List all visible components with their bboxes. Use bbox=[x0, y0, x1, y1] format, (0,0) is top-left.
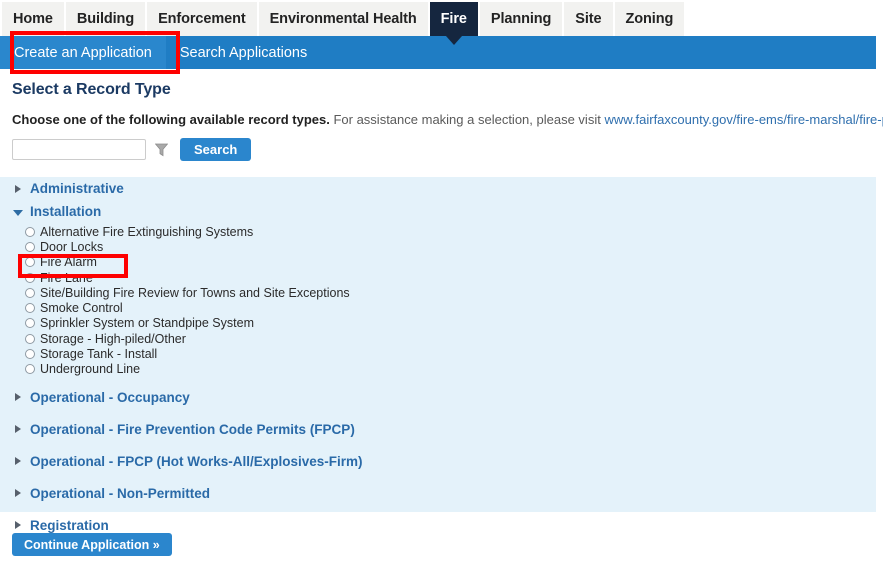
accordion-header-installation[interactable]: Installation bbox=[0, 200, 876, 223]
record-type-option-label: Storage Tank - Install bbox=[40, 347, 158, 362]
accordion-header-administrative[interactable]: Administrative bbox=[0, 177, 876, 200]
page-title: Select a Record Type bbox=[12, 81, 171, 98]
module-tab-label: Zoning bbox=[625, 11, 674, 27]
record-type-option[interactable]: Door Locks bbox=[25, 239, 876, 254]
record-type-section: Operational - Fire Prevention Code Permi… bbox=[0, 418, 876, 441]
record-type-option-label: Sprinkler System or Standpipe System bbox=[40, 316, 254, 331]
module-tab-label: Fire bbox=[440, 11, 467, 27]
record-type-section: Operational - FPCP (Hot Works-All/Explos… bbox=[0, 450, 876, 473]
accordion-label: Administrative bbox=[30, 181, 124, 196]
subnav-item-label: Create an Application bbox=[14, 44, 152, 61]
continue-application-button[interactable]: Continue Application » bbox=[12, 533, 172, 556]
chevron-right-icon bbox=[12, 423, 24, 435]
record-type-search-input[interactable] bbox=[12, 139, 146, 160]
record-type-option-list: Alternative Fire Extinguishing Systems Do… bbox=[0, 223, 876, 377]
radio-button[interactable] bbox=[25, 364, 35, 375]
instruction-bold: Choose one of the following available re… bbox=[12, 112, 330, 127]
instruction-assist: For assistance making a selection, pleas… bbox=[333, 112, 601, 127]
funnel-icon[interactable] bbox=[154, 142, 168, 158]
module-tab-bar: Home Building Enforcement Environmental Hea… bbox=[0, 0, 883, 45]
record-type-option-label: Fire Lane bbox=[40, 270, 93, 285]
chevron-down-icon bbox=[12, 206, 24, 218]
chevron-right-icon bbox=[12, 391, 24, 403]
record-type-option-label: Fire Alarm bbox=[40, 255, 97, 270]
radio-button[interactable] bbox=[25, 257, 35, 268]
chevron-right-icon bbox=[12, 519, 24, 531]
module-tab-planning[interactable]: Planning bbox=[479, 2, 565, 36]
record-type-option-label: Alternative Fire Extinguishing Systems bbox=[40, 224, 254, 239]
record-type-option-label: Smoke Control bbox=[40, 301, 123, 316]
record-type-option[interactable]: Alternative Fire Extinguishing Systems bbox=[25, 224, 876, 239]
module-tab-building[interactable]: Building bbox=[65, 2, 148, 36]
accordion-label: Operational - Fire Prevention Code Permi… bbox=[30, 421, 355, 437]
radio-button[interactable] bbox=[25, 333, 35, 344]
radio-button[interactable] bbox=[25, 318, 35, 329]
module-tab-home[interactable]: Home bbox=[0, 2, 66, 36]
record-type-option[interactable]: Fire Alarm bbox=[25, 255, 876, 270]
radio-button[interactable] bbox=[25, 349, 35, 360]
active-tab-pointer-icon bbox=[445, 36, 462, 45]
accordion-label: Installation bbox=[30, 204, 102, 219]
record-type-option-label: Underground Line bbox=[40, 362, 141, 377]
search-button[interactable]: Search bbox=[180, 138, 252, 161]
accordion-label: Operational - FPCP (Hot Works-All/Explos… bbox=[30, 453, 363, 469]
record-type-option[interactable]: Fire Lane bbox=[25, 270, 876, 285]
record-type-section: Operational - Non-Permitted bbox=[0, 482, 876, 505]
record-type-option[interactable]: Underground Line bbox=[25, 362, 876, 377]
chevron-right-icon bbox=[12, 183, 24, 195]
record-type-option[interactable]: Storage Tank - Install bbox=[25, 346, 876, 361]
radio-button[interactable] bbox=[25, 303, 35, 314]
record-type-option[interactable]: Smoke Control bbox=[25, 300, 876, 315]
subnav-item-label: Search Applications bbox=[179, 44, 308, 61]
module-tab-label: Site bbox=[575, 11, 602, 27]
fire-plus-link[interactable]: www.fairfaxcounty.gov/fire-ems/fire-mars… bbox=[604, 112, 883, 127]
accordion-header-operational-non-permitted[interactable]: Operational - Non-Permitted bbox=[0, 482, 876, 505]
radio-button[interactable] bbox=[25, 241, 35, 252]
subnav-item-create-an-application[interactable]: Create an Application bbox=[0, 36, 166, 69]
module-tab-environmental-health[interactable]: Environmental Health bbox=[258, 2, 430, 36]
module-tab-fire[interactable]: Fire bbox=[429, 2, 480, 45]
chevron-right-icon bbox=[12, 455, 24, 467]
accordion-header-operational-fpcp-hot-works-all-explosives-firm-[interactable]: Operational - FPCP (Hot Works-All/Explos… bbox=[0, 450, 876, 473]
record-type-section: Installation Alternative Fire Extinguishi… bbox=[0, 200, 876, 377]
module-tab-label: Building bbox=[76, 11, 135, 27]
record-type-option[interactable]: Sprinkler System or Standpipe System bbox=[25, 316, 876, 331]
module-tab-label: Environmental Health bbox=[269, 11, 417, 27]
radio-button[interactable] bbox=[25, 272, 35, 283]
accordion-label: Operational - Occupancy bbox=[30, 389, 190, 405]
subnav-item-search-applications[interactable]: Search Applications bbox=[166, 36, 321, 69]
record-type-option-label: Door Locks bbox=[40, 239, 104, 254]
radio-button[interactable] bbox=[25, 226, 35, 237]
instruction-text: Choose one of the following available re… bbox=[12, 112, 883, 127]
record-type-search-row: Search bbox=[12, 138, 252, 161]
radio-button[interactable] bbox=[25, 287, 35, 298]
record-type-option-label: Site/Building Fire Review for Towns and … bbox=[40, 285, 350, 300]
accordion-header-operational-occupancy[interactable]: Operational - Occupancy bbox=[0, 386, 876, 409]
module-tab-label: Enforcement bbox=[158, 11, 246, 27]
accordion-label: Operational - Non-Permitted bbox=[30, 485, 211, 501]
module-tab-label: Home bbox=[13, 11, 53, 27]
record-type-panel: Administrative Installation Alternative Fi… bbox=[0, 177, 876, 533]
module-tab-label: Planning bbox=[490, 11, 552, 27]
accordion-label: Registration bbox=[30, 517, 109, 533]
module-tab-zoning[interactable]: Zoning bbox=[614, 2, 687, 36]
chevron-right-icon bbox=[12, 487, 24, 499]
accordion-header-operational-fire-prevention-code-permits-fpcp-[interactable]: Operational - Fire Prevention Code Permi… bbox=[0, 418, 876, 441]
sub-navigation-bar: Create an Application Search Applications bbox=[0, 36, 876, 69]
record-type-option[interactable]: Storage - High-piled/Other bbox=[25, 331, 876, 346]
module-tab-enforcement[interactable]: Enforcement bbox=[147, 2, 259, 36]
module-tab-site[interactable]: Site bbox=[564, 2, 615, 36]
record-type-option[interactable]: Site/Building Fire Review for Towns and … bbox=[25, 285, 876, 300]
record-type-option-label: Storage - High-piled/Other bbox=[40, 331, 186, 346]
record-type-section: Administrative bbox=[0, 177, 876, 200]
record-type-section: Operational - Occupancy bbox=[0, 386, 876, 409]
